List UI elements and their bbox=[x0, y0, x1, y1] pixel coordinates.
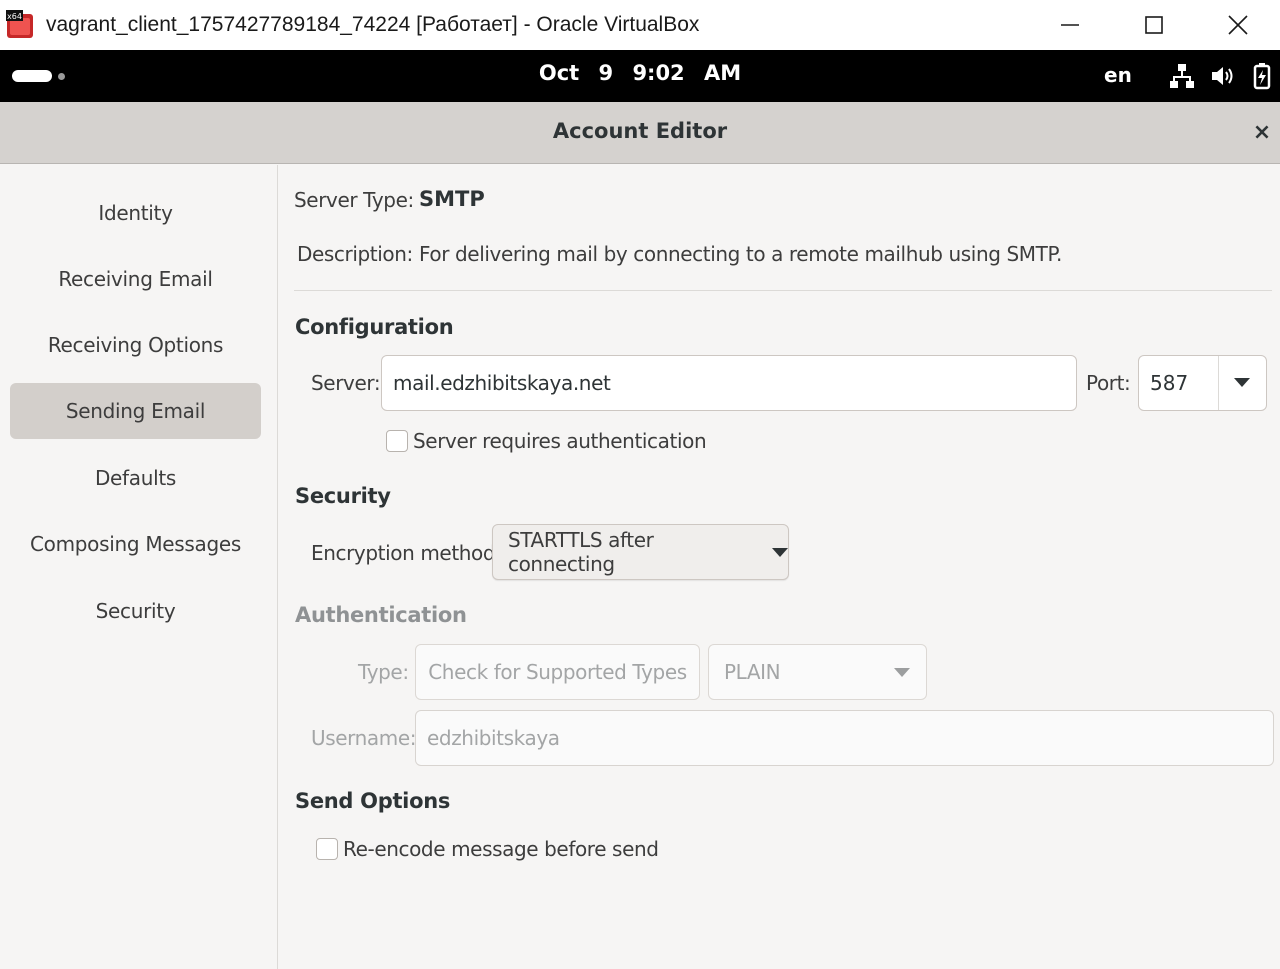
clock-date: Oct 9 bbox=[538, 61, 614, 85]
close-window-button[interactable] bbox=[1196, 0, 1280, 50]
send-options-heading: Send Options bbox=[295, 789, 451, 813]
dialog-close-button[interactable]: × bbox=[1250, 118, 1274, 146]
requires-auth-checkbox[interactable] bbox=[386, 430, 408, 452]
username-label: Username: bbox=[311, 726, 417, 750]
requires-auth-label[interactable]: Server requires authentication bbox=[413, 429, 707, 453]
gnome-top-bar: Oct 9 9:02 AM en bbox=[0, 50, 1280, 102]
sidebar-item-sending-email[interactable]: Sending Email bbox=[10, 383, 261, 439]
port-value: 587 bbox=[1150, 371, 1189, 395]
maximize-button[interactable] bbox=[1112, 0, 1196, 50]
configuration-heading: Configuration bbox=[295, 315, 454, 339]
clock-time: 9:02 AM bbox=[632, 61, 742, 85]
encryption-method-dropdown[interactable]: STARTTLS after connecting bbox=[492, 524, 789, 580]
dialog-title: Account Editor bbox=[552, 119, 728, 143]
virtualbox-app-icon: x64 bbox=[6, 10, 36, 40]
username-input[interactable]: edzhibitskaya bbox=[415, 710, 1274, 766]
minimize-button[interactable] bbox=[1028, 0, 1112, 50]
sidebar-item-receiving-email[interactable]: Receiving Email bbox=[10, 251, 261, 307]
network-icon bbox=[1168, 62, 1196, 90]
system-tray[interactable] bbox=[1168, 62, 1276, 90]
encryption-method-value: STARTTLS after connecting bbox=[508, 528, 654, 576]
sidebar-item-defaults[interactable]: Defaults bbox=[10, 450, 261, 506]
minimize-icon bbox=[1061, 24, 1079, 26]
auth-type-value: PLAIN bbox=[724, 660, 781, 684]
chevron-down-icon[interactable] bbox=[1234, 378, 1250, 387]
dialog-header: Account Editor × bbox=[0, 102, 1280, 164]
description-value: For delivering mail by connecting to a r… bbox=[419, 242, 1062, 266]
volume-icon bbox=[1208, 62, 1236, 90]
server-type-value: SMTP bbox=[419, 187, 485, 211]
svg-text:x64: x64 bbox=[7, 12, 22, 21]
port-combo-divider bbox=[1218, 356, 1219, 410]
check-supported-types-button[interactable]: Check for Supported Types bbox=[415, 644, 700, 700]
sidebar-item-identity[interactable]: Identity bbox=[10, 185, 261, 241]
security-heading: Security bbox=[295, 484, 391, 508]
auth-type-label: Type: bbox=[358, 660, 409, 684]
port-combo[interactable]: 587 bbox=[1138, 355, 1267, 411]
maximize-icon bbox=[1145, 16, 1163, 34]
auth-type-dropdown[interactable]: PLAIN bbox=[708, 644, 927, 700]
port-label: Port: bbox=[1086, 371, 1131, 395]
sidebar-item-composing-messages[interactable]: Composing Messages bbox=[10, 516, 261, 572]
sidebar-item-receiving-options[interactable]: Receiving Options bbox=[10, 317, 261, 373]
chevron-down-icon bbox=[894, 668, 910, 677]
chevron-down-icon bbox=[772, 547, 788, 557]
server-type-label: Server Type: bbox=[294, 188, 414, 212]
sidebar: Identity Receiving Email Receiving Optio… bbox=[0, 165, 278, 969]
encryption-method-label: Encryption method: bbox=[311, 541, 502, 565]
language-indicator[interactable]: en bbox=[1104, 63, 1132, 87]
reencode-label[interactable]: Re-encode message before send bbox=[343, 837, 659, 861]
sidebar-item-security[interactable]: Security bbox=[10, 583, 261, 639]
authentication-heading: Authentication bbox=[295, 603, 467, 627]
host-window-titlebar: x64 vagrant_client_1757427789184_74224 [… bbox=[0, 0, 1280, 50]
description-label: Description: bbox=[297, 242, 413, 266]
clock[interactable]: Oct 9 9:02 AM bbox=[0, 61, 1280, 85]
battery-icon bbox=[1248, 62, 1276, 90]
window-controls bbox=[1028, 0, 1280, 50]
server-input[interactable]: mail.edzhibitskaya.net bbox=[381, 355, 1077, 411]
server-label: Server: bbox=[311, 371, 381, 395]
close-icon bbox=[1228, 15, 1248, 35]
separator bbox=[294, 290, 1272, 291]
reencode-checkbox[interactable] bbox=[316, 838, 338, 860]
host-window-title: vagrant_client_1757427789184_74224 [Рабо… bbox=[46, 13, 700, 36]
